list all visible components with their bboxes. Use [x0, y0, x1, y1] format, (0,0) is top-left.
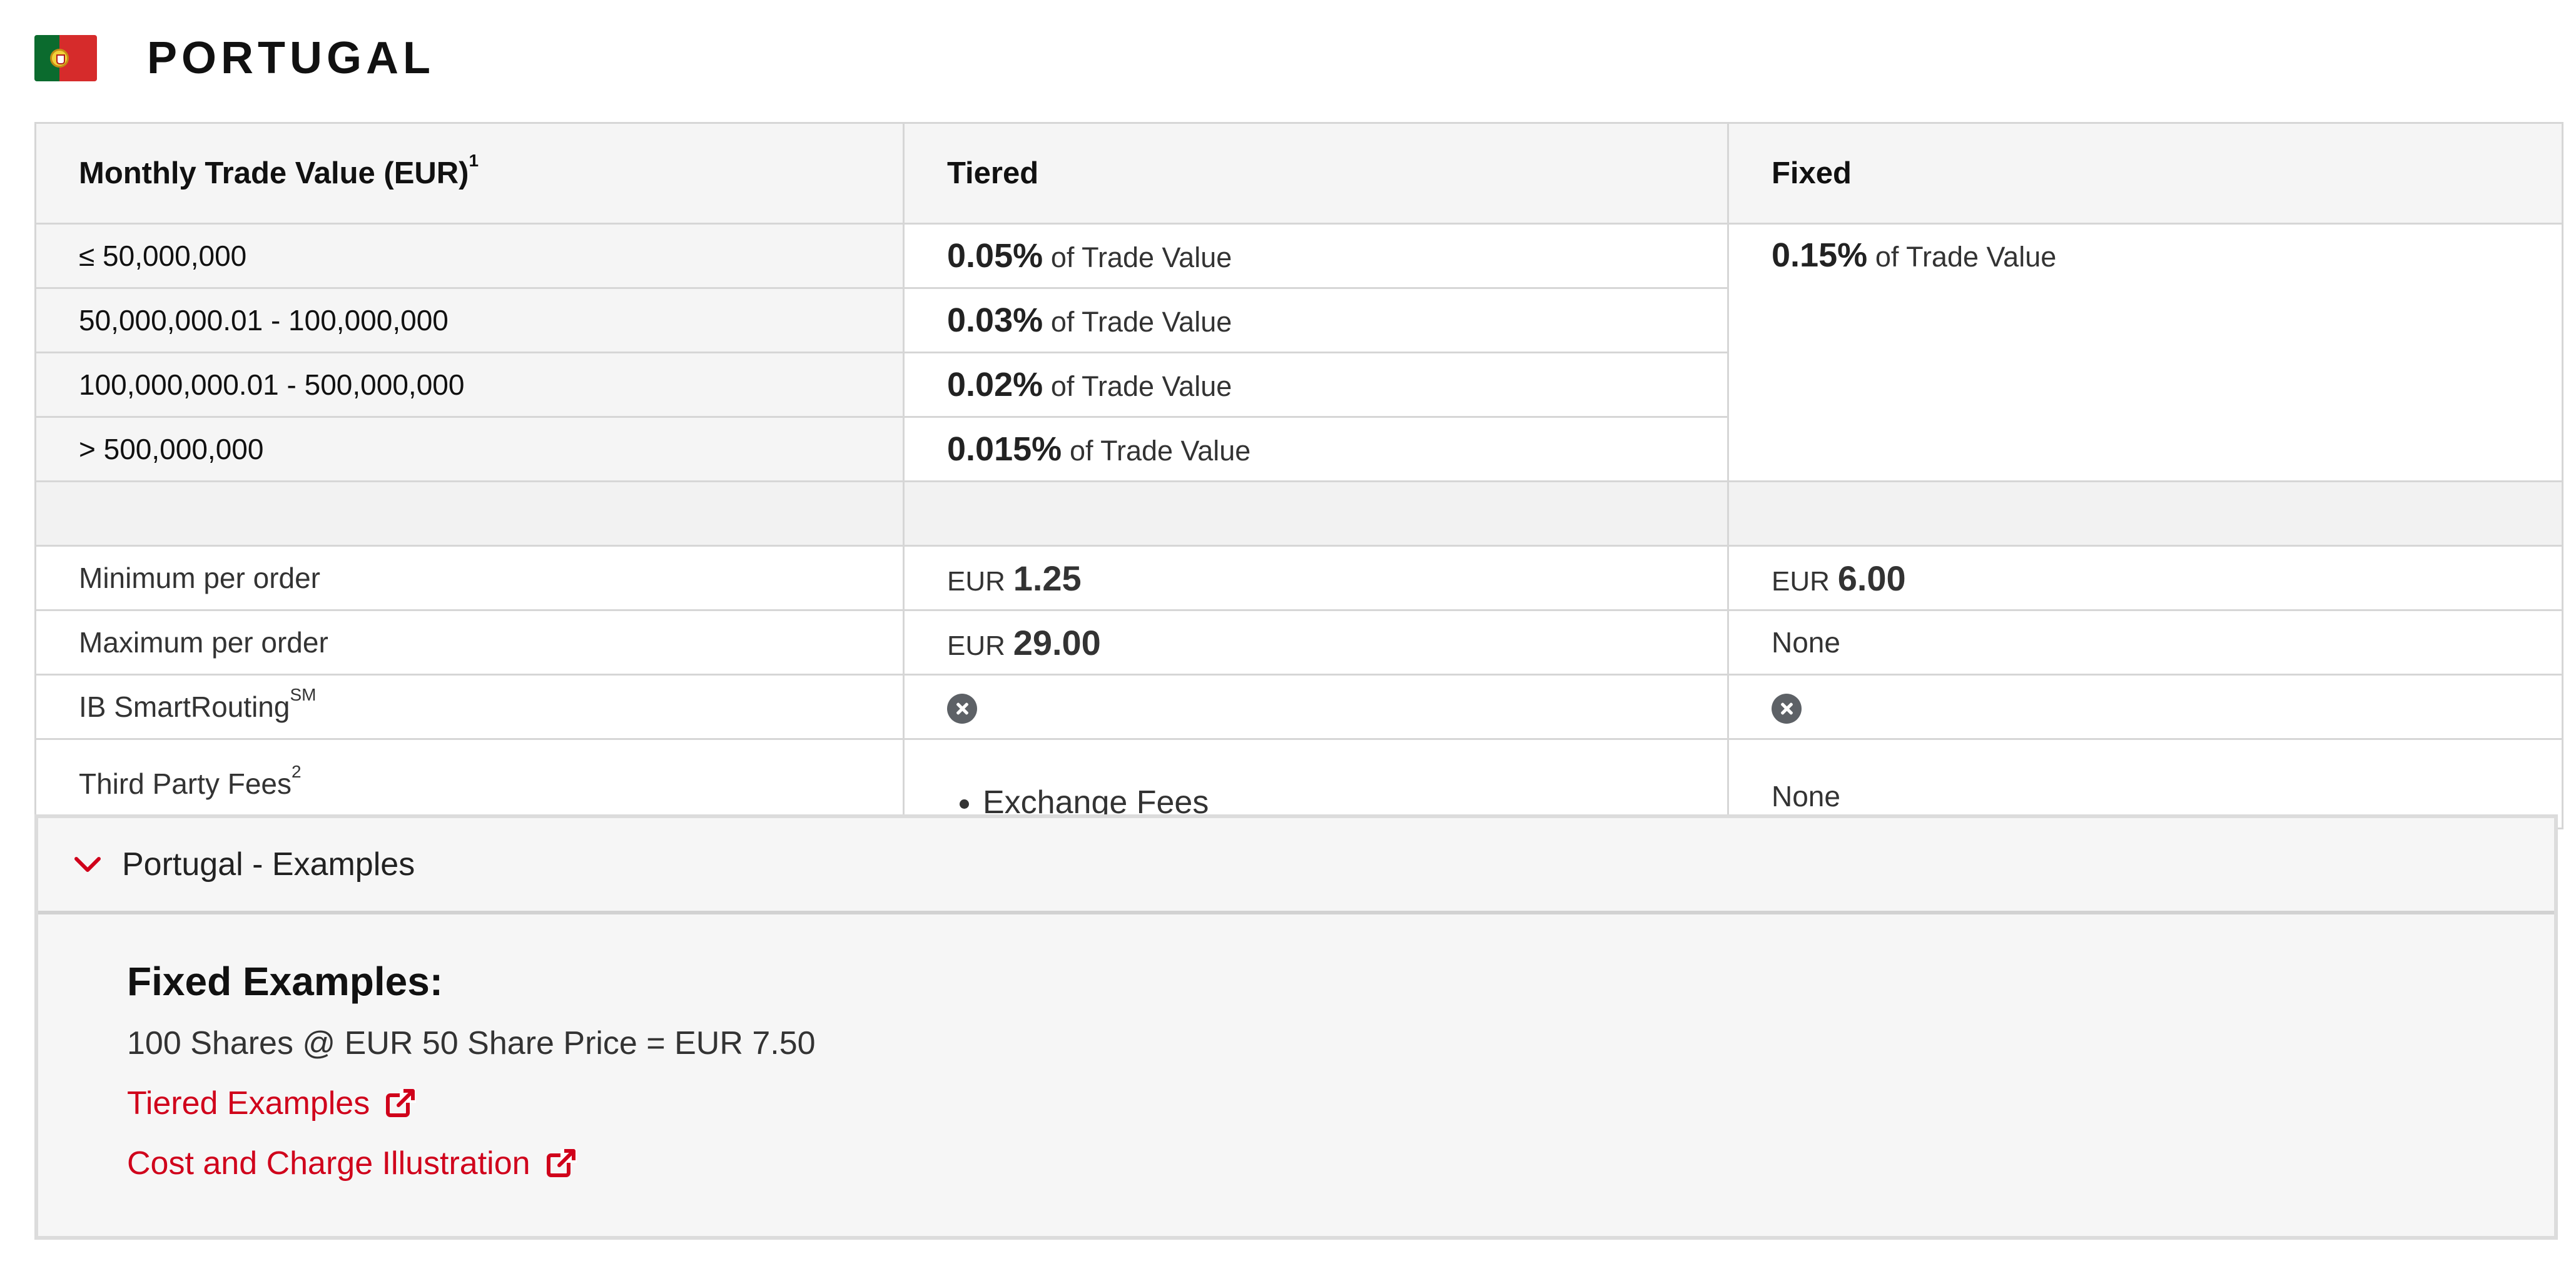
tier-rate: 0.05% of Trade Value — [903, 223, 1729, 289]
portugal-flag-icon — [34, 35, 97, 81]
table-spacer — [34, 480, 2563, 547]
tiered-header: Tiered — [903, 122, 1729, 225]
minimum-tiered: EUR 1.25 — [903, 545, 1729, 611]
maximum-fixed: None — [1727, 609, 2563, 676]
tier-rate: 0.015% of Trade Value — [903, 416, 1729, 482]
examples-body: Fixed Examples: 100 Shares @ EUR 50 Shar… — [38, 914, 2554, 1182]
table-row: ≤ 50,000,000 0.05% of Trade Value 0.15% … — [34, 223, 2563, 482]
page-header: PORTUGAL — [34, 24, 435, 93]
external-link-icon — [546, 1149, 577, 1177]
table-header-row: Monthly Trade Value (EUR)1 Tiered Fixed — [34, 122, 2563, 225]
tier-range: 50,000,000.01 - 100,000,000 — [34, 287, 905, 353]
external-link-icon — [386, 1089, 417, 1117]
maximum-label: Maximum per order — [34, 609, 905, 676]
examples-accordion: Portugal - Examples Fixed Examples: 100 … — [34, 814, 2558, 1240]
x-circle-icon — [1772, 694, 1802, 724]
examples-title: Portugal - Examples — [122, 846, 415, 883]
tier-range: ≤ 50,000,000 — [34, 223, 905, 289]
fixed-rate: 0.15% of Trade Value — [1727, 223, 2563, 482]
table-row: Minimum per order EUR 1.25 EUR 6.00 — [34, 545, 2563, 611]
tier-range: 100,000,000.01 - 500,000,000 — [34, 352, 905, 418]
x-circle-icon — [947, 694, 977, 724]
tiered-examples-link[interactable]: Tiered Examples — [127, 1085, 2554, 1122]
minimum-label: Minimum per order — [34, 545, 905, 611]
examples-accordion-header[interactable]: Portugal - Examples — [38, 818, 2554, 914]
fixed-examples-title: Fixed Examples: — [127, 959, 444, 1004]
smart-routing-tiered — [903, 674, 1729, 740]
commission-table: Monthly Trade Value (EUR)1 Tiered Fixed … — [34, 122, 2563, 829]
chevron-down-icon — [74, 857, 101, 872]
country-title: PORTUGAL — [147, 33, 435, 83]
tier-rate: 0.02% of Trade Value — [903, 352, 1729, 418]
smart-routing-label: IB SmartRoutingSM — [34, 674, 905, 740]
maximum-tiered: EUR 29.00 — [903, 609, 1729, 676]
cost-illustration-link[interactable]: Cost and Charge Illustration — [127, 1145, 2554, 1182]
tier-range: > 500,000,000 — [34, 416, 905, 482]
tier-rate: 0.03% of Trade Value — [903, 287, 1729, 353]
table-row: IB SmartRoutingSM — [34, 674, 2563, 740]
minimum-fixed: EUR 6.00 — [1727, 545, 2563, 611]
volume-header: Monthly Trade Value (EUR)1 — [34, 122, 905, 225]
table-row: Maximum per order EUR 29.00 None — [34, 609, 2563, 676]
footnote-marker: 1 — [469, 150, 479, 170]
fixed-example-line: 100 Shares @ EUR 50 Share Price = EUR 7.… — [127, 1025, 816, 1061]
smart-routing-fixed — [1727, 674, 2563, 740]
fixed-header: Fixed — [1727, 122, 2563, 225]
